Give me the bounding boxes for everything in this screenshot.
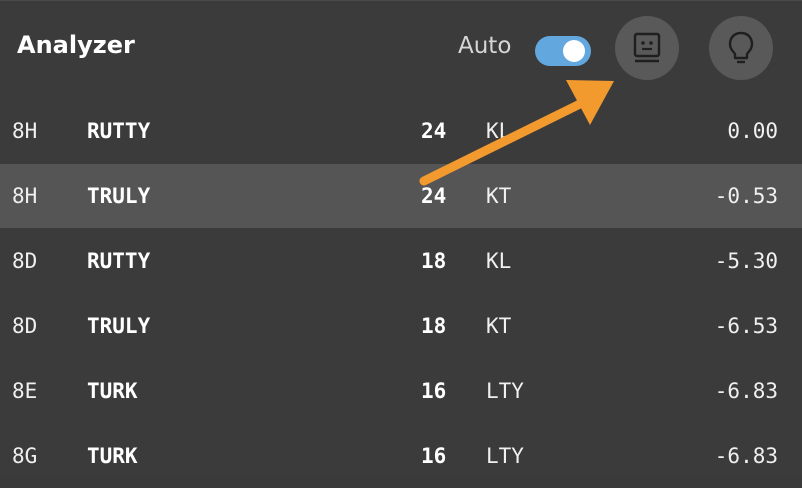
robot-face-icon — [633, 32, 661, 63]
robot-button[interactable] — [615, 16, 679, 80]
move-score: 16 — [421, 444, 447, 468]
move-leave: KT — [486, 184, 512, 208]
panel-title: Analyzer — [17, 31, 135, 59]
auto-label: Auto — [458, 33, 512, 59]
move-word: TRULY — [87, 314, 151, 338]
move-row[interactable]: 8G TURK 16 LTY -6.83 — [0, 424, 802, 488]
move-row[interactable]: 8H TRULY 24 KT -0.53 — [0, 164, 802, 228]
move-equity: -0.53 — [714, 184, 778, 208]
move-equity: -6.83 — [714, 444, 778, 468]
move-row[interactable]: 8E TURK 16 LTY -6.83 — [0, 359, 802, 423]
move-word: RUTTY — [87, 119, 151, 143]
move-equity: 0.00 — [727, 119, 778, 143]
move-leave: KL — [486, 249, 512, 273]
move-position: 8E — [12, 379, 38, 403]
analyzer-header: Analyzer Auto — [0, 1, 802, 97]
move-score: 24 — [421, 184, 447, 208]
move-score: 18 — [421, 314, 447, 338]
move-row[interactable]: 8H RUTTY 24 KL 0.00 — [0, 99, 802, 163]
auto-toggle[interactable] — [535, 36, 591, 66]
move-equity: -6.83 — [714, 379, 778, 403]
move-position: 8G — [12, 444, 38, 468]
move-score: 16 — [421, 379, 447, 403]
move-position: 8H — [12, 119, 38, 143]
move-leave: LTY — [486, 444, 524, 468]
move-word: TURK — [87, 444, 138, 468]
move-score: 24 — [421, 119, 447, 143]
move-equity: -6.53 — [714, 314, 778, 338]
move-word: TURK — [87, 379, 138, 403]
move-score: 18 — [421, 249, 447, 273]
move-position: 8H — [12, 184, 38, 208]
move-leave: KT — [486, 314, 512, 338]
move-row[interactable]: 8D RUTTY 18 KL -5.30 — [0, 229, 802, 293]
move-leave: KL — [486, 119, 512, 143]
move-equity: -5.30 — [714, 249, 778, 273]
move-word: RUTTY — [87, 249, 151, 273]
analyzer-panel: Analyzer Auto 8H RUTTY 24 KL 0.00 8H TRULY 24 KT… — [0, 0, 802, 474]
move-row[interactable]: 8D TRULY 18 KT -6.53 — [0, 294, 802, 358]
move-word: TRULY — [87, 184, 151, 208]
lightbulb-icon — [728, 31, 754, 64]
move-leave: LTY — [486, 379, 524, 403]
toggle-knob[interactable] — [563, 40, 585, 62]
move-position: 8D — [12, 249, 38, 273]
hint-button[interactable] — [709, 16, 773, 80]
move-position: 8D — [12, 314, 38, 338]
